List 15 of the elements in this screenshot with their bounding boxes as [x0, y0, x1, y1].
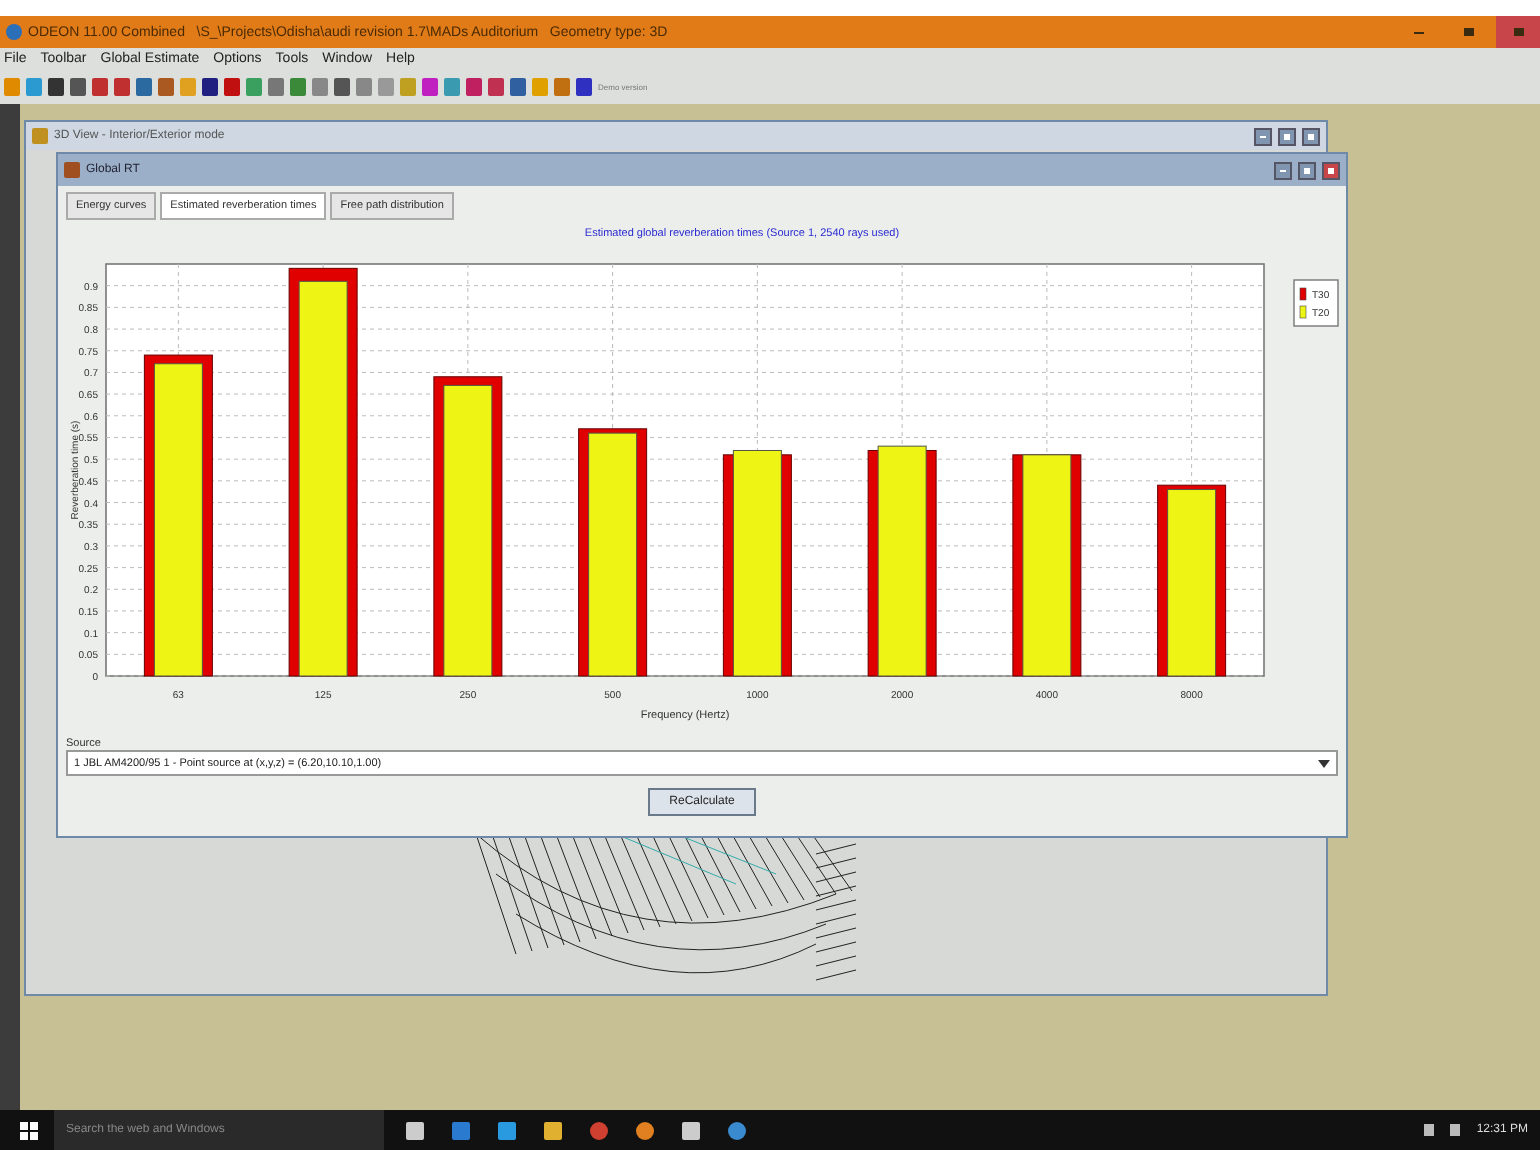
tray-icon[interactable]	[1450, 1124, 1461, 1136]
taskbar-app-icon[interactable]	[406, 1121, 424, 1139]
taskbar-app-icon[interactable]	[498, 1121, 516, 1139]
taskbar-app-icon[interactable]	[682, 1121, 700, 1139]
close-button[interactable]	[1496, 16, 1540, 48]
chart-legend	[1293, 279, 1339, 327]
taskbar-app-icon[interactable]	[728, 1121, 746, 1139]
app-icon	[6, 24, 22, 40]
taskbar-app-icon[interactable]	[636, 1121, 654, 1139]
windows-start-icon[interactable]	[20, 1121, 38, 1139]
window-icon	[32, 128, 48, 144]
window-icon	[64, 162, 80, 178]
caret-icon	[1318, 759, 1330, 767]
tray-icon[interactable]	[1424, 1124, 1435, 1136]
taskbar-app-icon[interactable]	[544, 1121, 562, 1139]
